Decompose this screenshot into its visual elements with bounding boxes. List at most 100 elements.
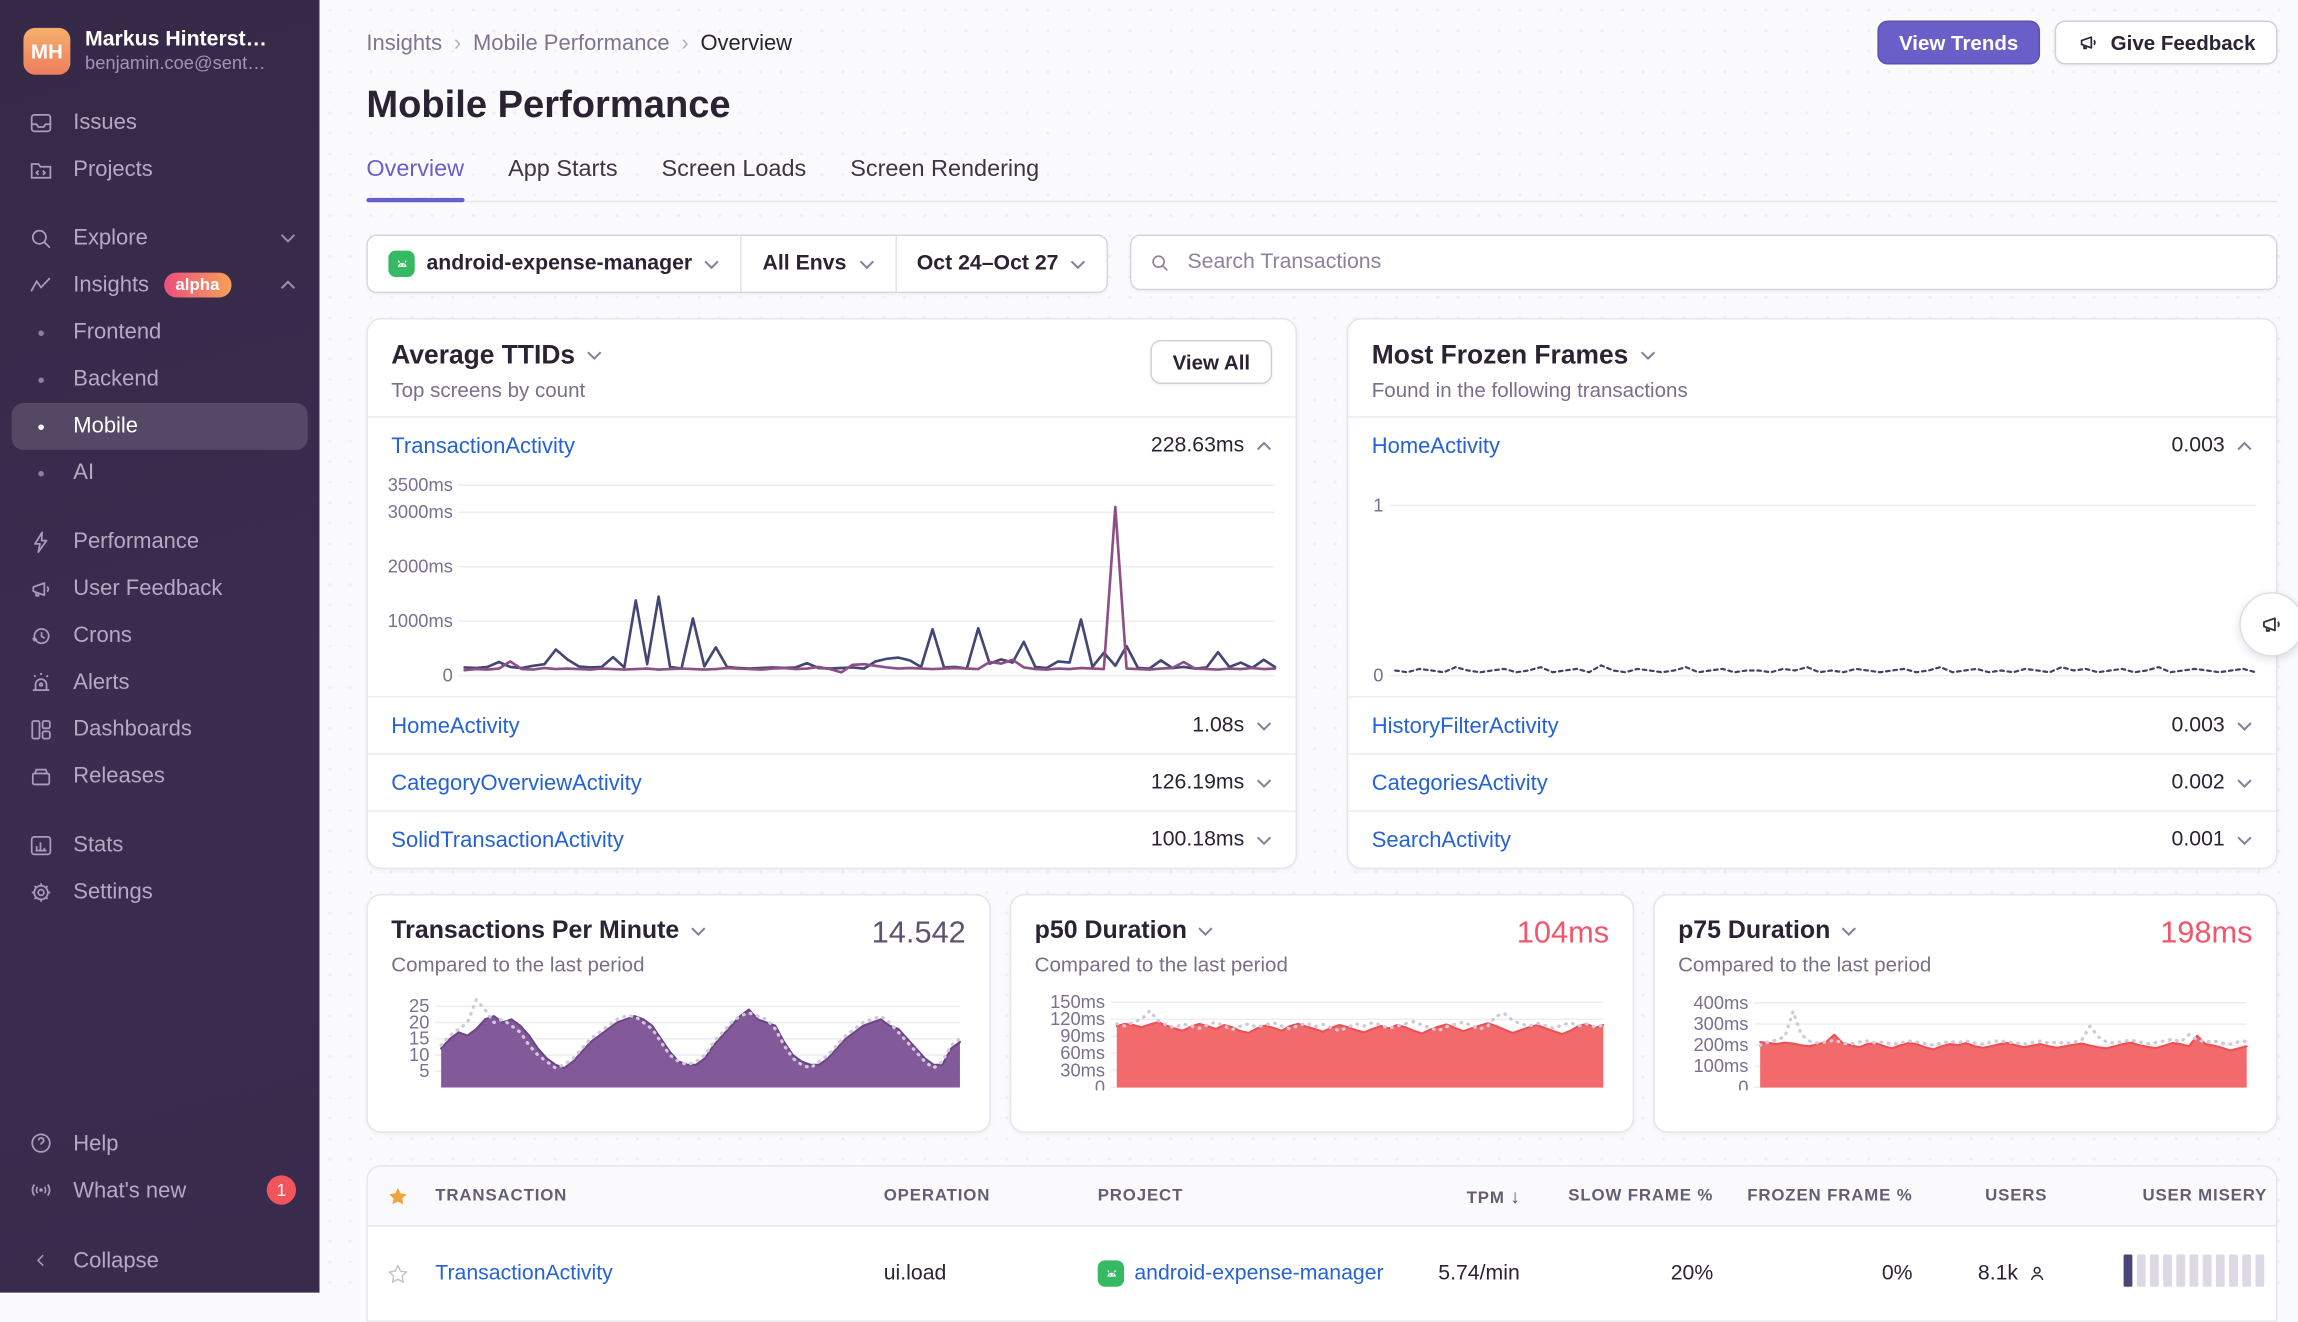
tab-app-starts[interactable]: App Starts: [508, 157, 617, 201]
feedback-fab[interactable]: [2239, 592, 2298, 656]
transaction-link[interactable]: HistoryFilterActivity: [1372, 713, 1559, 738]
breadcrumb-mobile-performance[interactable]: Mobile Performance: [473, 30, 670, 55]
chevron-down-icon[interactable]: [1841, 926, 1857, 936]
search-transactions-box[interactable]: [1130, 234, 2277, 290]
sidebar-item-crons[interactable]: Crons: [12, 612, 308, 659]
tab-overview[interactable]: Overview: [366, 157, 464, 201]
search-input[interactable]: [1185, 249, 2259, 275]
sidebar-item-help[interactable]: Help: [12, 1120, 308, 1167]
column-header-slow-frame[interactable]: SLOW FRAME %: [1529, 1187, 1722, 1205]
row-value: 126.19ms: [1151, 771, 1244, 794]
sidebar-item-dashboards[interactable]: Dashboards: [12, 706, 308, 753]
sidebar-item-stats[interactable]: Stats: [12, 822, 308, 869]
row-value: 0.003: [2172, 434, 2225, 457]
column-header-tpm[interactable]: TPM ↓: [1397, 1185, 1529, 1207]
sidebar-item-ai[interactable]: • AI: [12, 450, 308, 497]
transaction-link[interactable]: TransactionActivity: [426, 1262, 874, 1285]
svg-text:1000ms: 1000ms: [388, 610, 453, 631]
sidebar-item-frontend[interactable]: • Frontend: [12, 309, 308, 356]
transaction-link[interactable]: SearchActivity: [1372, 827, 1511, 852]
breadcrumb-overview: Overview: [700, 30, 792, 55]
transaction-link[interactable]: SolidTransactionActivity: [391, 827, 624, 852]
column-header-transaction[interactable]: TRANSACTION: [426, 1187, 874, 1205]
chevron-down-icon[interactable]: [1640, 350, 1656, 360]
frozen-row: SearchActivity 0.001: [1348, 810, 2276, 867]
transaction-link[interactable]: CategoryOverviewActivity: [391, 770, 641, 795]
column-header-project[interactable]: PROJECT: [1089, 1187, 1397, 1205]
sidebar-item-mobile[interactable]: • Mobile: [12, 403, 308, 450]
chevron-down-icon[interactable]: [1256, 835, 1272, 845]
sidebar-item-releases[interactable]: Releases: [12, 753, 308, 800]
megaphone-icon: [2258, 611, 2284, 637]
svg-text:200ms: 200ms: [1693, 1034, 1748, 1055]
svg-text:0: 0: [1738, 1076, 1748, 1090]
sidebar-item-settings[interactable]: Settings: [12, 869, 308, 916]
chevron-down-icon[interactable]: [2236, 777, 2252, 787]
view-all-button[interactable]: View All: [1151, 340, 1273, 384]
transaction-link[interactable]: HomeActivity: [391, 713, 519, 738]
main-content: Insights › Mobile Performance › Overview…: [319, 0, 2298, 1293]
tab-bar: Overview App Starts Screen Loads Screen …: [366, 157, 2277, 202]
sidebar-item-projects[interactable]: Projects: [12, 146, 308, 193]
sidebar-item-alerts[interactable]: Alerts: [12, 659, 308, 706]
svg-text:1: 1: [1373, 494, 1383, 515]
search-icon: [26, 224, 55, 253]
search-icon: [1149, 251, 1171, 273]
android-icon: [388, 251, 414, 277]
tab-screen-rendering[interactable]: Screen Rendering: [850, 157, 1039, 201]
chevron-down-icon: [280, 233, 296, 243]
chevron-down-icon[interactable]: [1256, 777, 1272, 787]
date-range-value: Oct 24–Oct 27: [917, 252, 1059, 275]
chevron-down-icon[interactable]: [690, 926, 706, 936]
chevron-down-icon[interactable]: [2236, 835, 2252, 845]
environment-filter[interactable]: All Envs: [741, 236, 895, 292]
column-header-operation[interactable]: OPERATION: [875, 1187, 1089, 1205]
column-header-users[interactable]: USERS: [1921, 1187, 2056, 1205]
user-misery-bars: [2065, 1255, 2267, 1287]
row-value: 228.63ms: [1151, 434, 1244, 457]
breadcrumb-insights[interactable]: Insights: [366, 30, 442, 55]
sidebar-item-label: Performance: [73, 529, 199, 554]
project-link[interactable]: android-expense-manager: [1134, 1262, 1383, 1285]
p75-chart: 400ms300ms200ms100ms0: [1678, 991, 2252, 1091]
chevron-down-icon[interactable]: [1256, 720, 1272, 730]
sidebar-item-label: Settings: [73, 880, 152, 905]
chevron-down-icon[interactable]: [1197, 926, 1213, 936]
transaction-link[interactable]: HomeActivity: [1372, 433, 1500, 458]
chevron-up-icon[interactable]: [1256, 440, 1272, 450]
sidebar-item-label: Releases: [73, 764, 165, 789]
chevron-down-icon[interactable]: [2236, 720, 2252, 730]
sidebar-item-performance[interactable]: Performance: [12, 518, 308, 565]
star-outline-icon[interactable]: [368, 1263, 427, 1285]
sidebar-item-label: Backend: [73, 367, 159, 392]
sidebar-item-whats-new[interactable]: What's new 1: [12, 1167, 308, 1214]
column-header-user-misery[interactable]: USER MISERY: [2056, 1187, 2276, 1205]
row-value: 100.18ms: [1151, 828, 1244, 851]
sidebar-item-insights[interactable]: Insights alpha: [12, 262, 308, 309]
transaction-link[interactable]: CategoriesActivity: [1372, 770, 1548, 795]
user-menu[interactable]: MH Markus Hinterst… benjamin.coe@sent…: [12, 21, 308, 100]
frozen-frames-chart: 10: [1357, 476, 2261, 684]
sidebar-item-issues[interactable]: Issues: [12, 99, 308, 146]
sidebar-item-label: Collapse: [73, 1248, 159, 1273]
column-header-frozen-frame[interactable]: FROZEN FRAME %: [1722, 1187, 1921, 1205]
star-icon[interactable]: [368, 1185, 427, 1207]
transaction-link[interactable]: TransactionActivity: [391, 433, 575, 458]
siren-icon: [26, 668, 55, 697]
ttid-row: HomeActivity 1.08s: [368, 696, 1296, 753]
tab-screen-loads[interactable]: Screen Loads: [662, 157, 807, 201]
sidebar-item-backend[interactable]: • Backend: [12, 356, 308, 403]
sidebar-item-label: Stats: [73, 833, 123, 858]
view-trends-button[interactable]: View Trends: [1877, 21, 2040, 65]
chevron-up-icon[interactable]: [2236, 440, 2252, 450]
give-feedback-button[interactable]: Give Feedback: [2055, 21, 2278, 65]
chevron-down-icon[interactable]: [587, 350, 603, 360]
p50-duration-panel: p50 Duration Compared to the last period…: [1010, 894, 1634, 1133]
project-filter[interactable]: android-expense-manager: [368, 236, 741, 292]
project-cell: android-expense-manager: [1089, 1260, 1397, 1286]
svg-text:400ms: 400ms: [1693, 992, 1748, 1013]
sidebar-item-user-feedback[interactable]: User Feedback: [12, 565, 308, 612]
sidebar-collapse-button[interactable]: Collapse: [12, 1237, 308, 1284]
date-range-filter[interactable]: Oct 24–Oct 27: [895, 236, 1107, 292]
sidebar-item-explore[interactable]: Explore: [12, 215, 308, 262]
